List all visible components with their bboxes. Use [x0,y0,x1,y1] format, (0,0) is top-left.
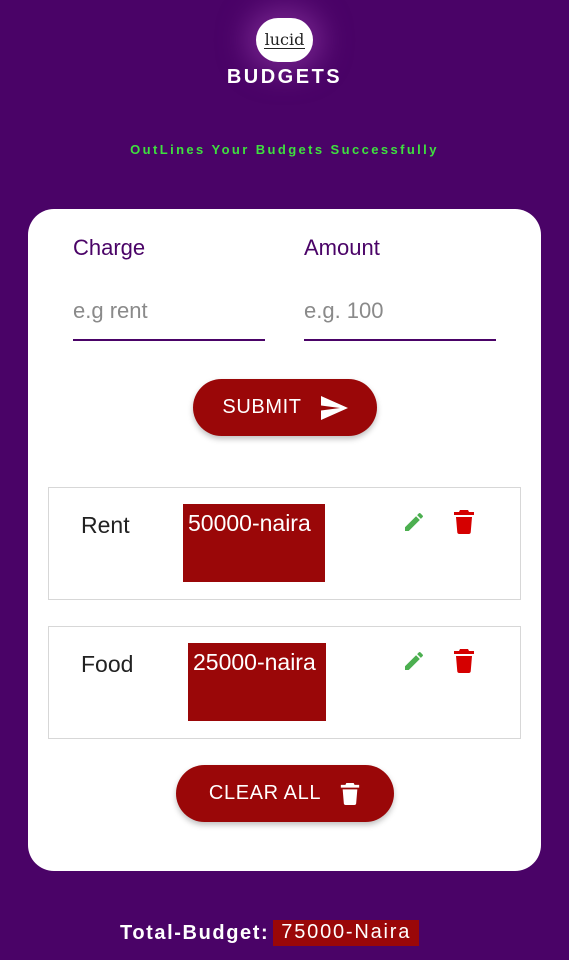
trash-icon [339,781,361,807]
submit-button-label: SUBMIT [222,396,302,418]
edit-icon[interactable] [400,508,428,536]
charge-input[interactable] [73,283,265,341]
expense-amount: 25000-naira [188,643,326,721]
amount-label: Amount [304,235,380,260]
charge-field: Charge [73,235,265,341]
total-budget-value: 75000-Naira [273,920,420,946]
amount-field: Amount [304,235,496,341]
logo-text: lucid [263,29,306,49]
charge-label: Charge [73,235,146,260]
delete-icon[interactable] [450,647,478,675]
edit-icon[interactable] [400,647,428,675]
logo: lucid [256,18,313,62]
expense-amount: 50000-naira [183,504,325,582]
app-title: BUDGETS [226,66,343,88]
expense-charge: Food [81,651,134,677]
total-budget: Total-Budget: 75000-Naira [120,920,420,946]
tagline: OutLines Your Budgets Successfully [130,142,439,157]
expense-item: Rent 50000-naira [48,487,521,600]
amount-input[interactable] [304,283,496,341]
delete-icon[interactable] [450,508,478,536]
budget-card: Charge Amount SUBMIT Rent 50000-naira [28,209,541,871]
budget-app: lucid BUDGETS OutLines Your Budgets Succ… [0,0,569,960]
clear-all-label: CLEAR ALL [208,782,322,804]
clear-all-button[interactable]: CLEAR ALL [176,765,394,822]
total-budget-label: Total-Budget: [120,921,270,944]
expense-charge: Rent [81,512,130,538]
send-icon [320,395,348,420]
expense-item: Food 25000-naira [48,626,521,739]
submit-button[interactable]: SUBMIT [193,379,377,436]
